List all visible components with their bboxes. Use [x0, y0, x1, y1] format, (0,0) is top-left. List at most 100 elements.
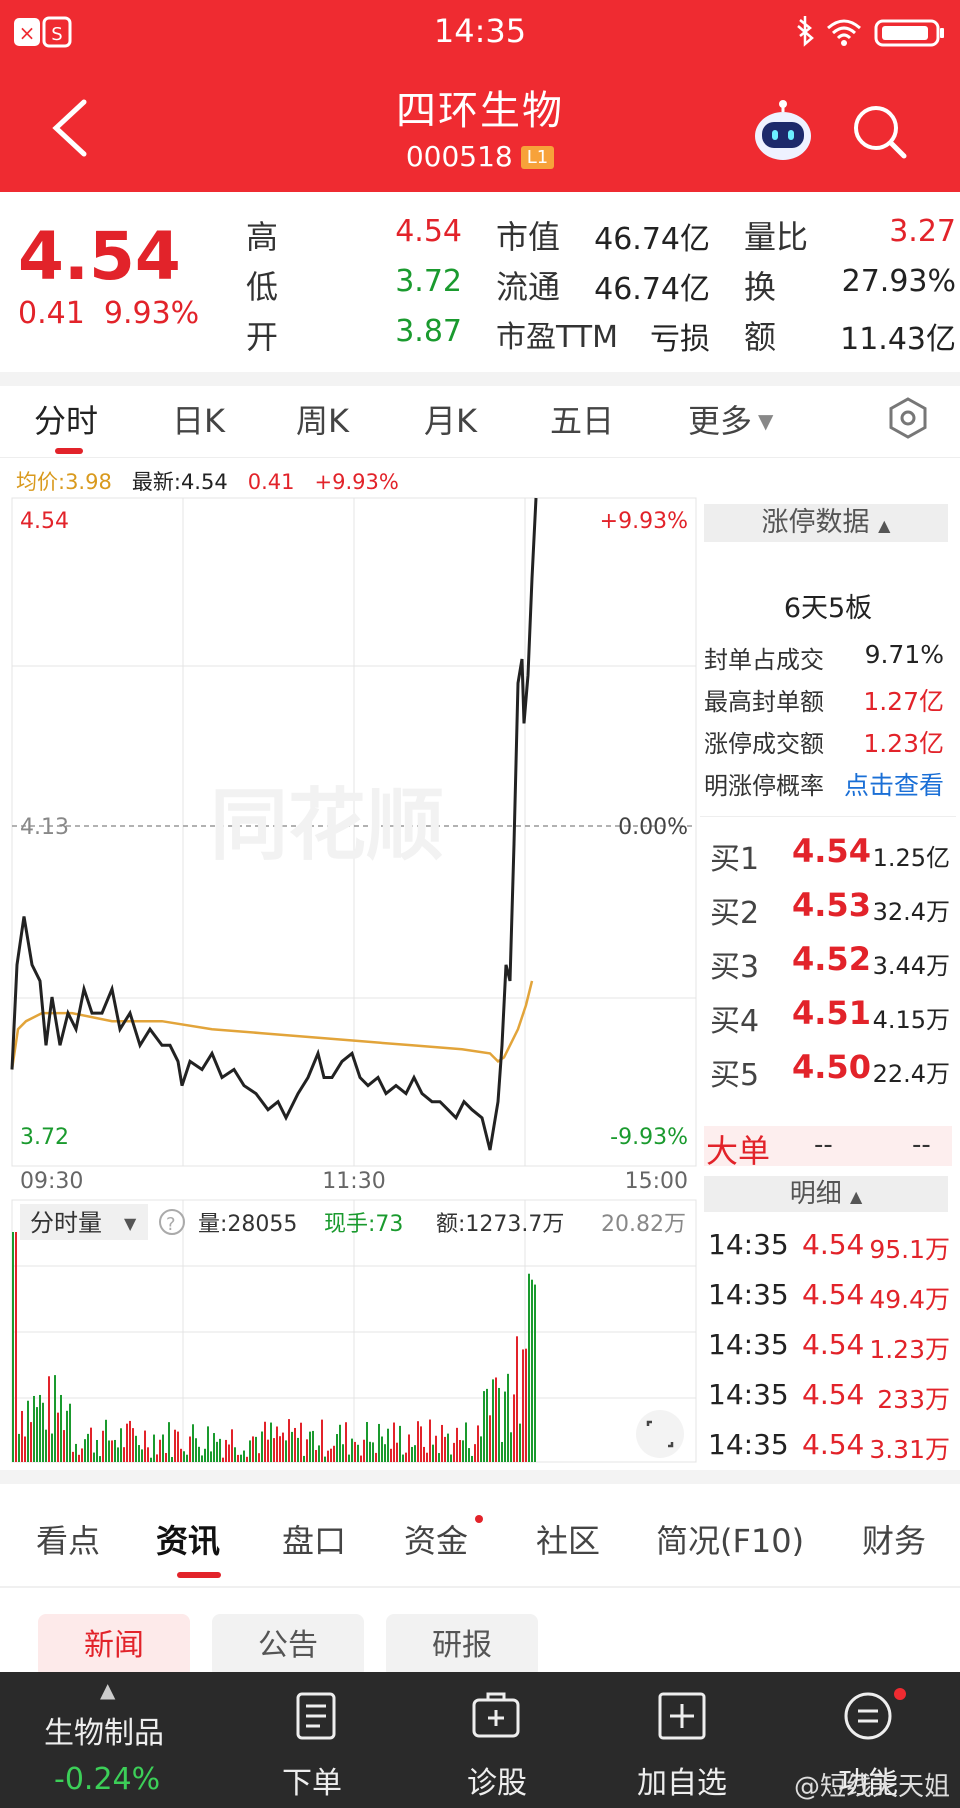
diagnose-button[interactable]: 诊股: [422, 1758, 572, 1802]
volume-bar: [108, 1440, 110, 1462]
bid-row[interactable]: 买3 4.52 3.44万: [700, 938, 956, 986]
time-end-label: 15:00: [625, 1169, 688, 1194]
add-watchlist-icon: [658, 1692, 706, 1740]
volume-bar: [195, 1438, 197, 1462]
volume-bar: [240, 1454, 242, 1462]
detail-row: 14:35 4.54 95.1万: [700, 1226, 956, 1270]
volume-bar: [411, 1446, 413, 1462]
limit-amount-value: 1.23亿: [863, 729, 944, 758]
tab-community[interactable]: 社区: [536, 1516, 600, 1562]
limit-prob-link[interactable]: 点击查看: [844, 766, 944, 802]
volume-bar: [378, 1423, 380, 1462]
tab-f10[interactable]: 简况(F10): [656, 1516, 804, 1562]
turnover-amount: 额:1273.7万: [436, 1212, 564, 1237]
volume-bar: [222, 1457, 224, 1462]
limit-up-header[interactable]: 涨停数据 ▲: [704, 504, 948, 542]
detail-price: 4.54: [802, 1278, 865, 1311]
volume-bar: [192, 1424, 194, 1462]
volume-bar: [498, 1387, 500, 1462]
volume-bar: [213, 1433, 215, 1462]
avg-price-line-series: [10, 980, 534, 1070]
divider: [0, 372, 960, 386]
volume-bar: [102, 1430, 104, 1462]
tab-news-info[interactable]: 资讯: [156, 1516, 220, 1562]
y-low-label: 3.72: [20, 1125, 69, 1150]
volume-bar: [72, 1451, 74, 1462]
watermark: @短线天天姐: [793, 1772, 950, 1802]
volume-bar: [69, 1403, 71, 1462]
volume-bar: [123, 1447, 125, 1462]
volume-bar: [231, 1429, 233, 1462]
volume-bar: [315, 1449, 317, 1462]
volume-bar: [510, 1432, 512, 1462]
detail-row: 14:35 4.54 49.4万: [700, 1276, 956, 1320]
bid-row[interactable]: 买5 4.50 22.4万: [700, 1046, 956, 1094]
pill-research[interactable]: 研报: [386, 1614, 538, 1678]
volume-bar: [471, 1455, 473, 1462]
pill-announcements[interactable]: 公告: [212, 1614, 364, 1678]
tab-finance[interactable]: 财务: [862, 1516, 926, 1562]
volume-bar: [273, 1438, 275, 1462]
volume-bar: [135, 1435, 137, 1462]
volume-bar: [165, 1452, 167, 1462]
volume-bar: [495, 1377, 497, 1462]
tab-monthly-k[interactable]: 月K: [424, 396, 477, 442]
search-icon[interactable]: [848, 100, 910, 162]
stock-code-line: 000518 L1: [0, 140, 960, 173]
volume-bar: [93, 1452, 95, 1462]
chevron-up-icon: ▲: [849, 1187, 863, 1206]
settings-hexagon-icon[interactable]: [886, 396, 930, 440]
tab-funds[interactable]: 资金: [404, 1516, 468, 1562]
volume-bar: [288, 1419, 290, 1462]
volume-bar: [162, 1434, 164, 1462]
bid-row[interactable]: 买4 4.51 4.15万: [700, 992, 956, 1040]
volume-bar: [12, 1232, 14, 1462]
chevron-up-icon: ▲: [878, 516, 891, 535]
bid-row[interactable]: 买2 4.53 32.4万: [700, 884, 956, 932]
volume-bar: [96, 1439, 98, 1462]
max-seal-label: 最高封单额: [704, 688, 824, 716]
tab-weekly-k[interactable]: 周K: [296, 396, 349, 442]
fullscreen-button[interactable]: [636, 1410, 684, 1458]
detail-price: 4.54: [802, 1378, 865, 1411]
seal-ratio-label: 封单占成交: [704, 646, 824, 674]
tab-five-day[interactable]: 五日: [550, 396, 614, 442]
tab-highlights[interactable]: 看点: [36, 1516, 100, 1562]
volume-bar: [462, 1440, 464, 1462]
detail-price: 4.54: [802, 1228, 865, 1261]
tab-intraday[interactable]: 分时: [34, 396, 98, 442]
detail-volume: 1.23万: [869, 1335, 950, 1364]
bid-price: 4.54: [792, 832, 871, 870]
change-percent: 9.93%: [103, 296, 200, 331]
volume-bar: [54, 1375, 56, 1462]
volume-selector[interactable]: 分时量: [30, 1209, 102, 1237]
volume-bar: [339, 1424, 341, 1462]
volume-bar: [270, 1422, 272, 1462]
volume-bar: [459, 1440, 461, 1462]
robot-assistant-icon[interactable]: [752, 100, 814, 162]
volume-bar: [492, 1379, 494, 1462]
volume-bar: [24, 1436, 26, 1462]
order-button[interactable]: 下单: [237, 1758, 387, 1802]
active-tab-indicator: [177, 1572, 221, 1578]
status-icons: [797, 16, 944, 47]
sector-name[interactable]: 生物制品: [44, 1708, 164, 1752]
intraday-chart[interactable]: 同花顺 4.54 4.13 3.72 +9.93% 0.00% -9.93% 0…: [0, 490, 700, 1470]
volume-bar: [507, 1373, 509, 1462]
detail-header[interactable]: 明细 ▲: [704, 1176, 948, 1212]
tab-daily-k[interactable]: 日K: [172, 396, 225, 442]
max-seal-value: 1.27亿: [863, 687, 944, 716]
volume-bar: [186, 1454, 188, 1462]
tab-more[interactable]: 更多 ▼: [688, 396, 773, 442]
pill-news[interactable]: 新闻: [38, 1614, 190, 1678]
volume-bar: [354, 1441, 356, 1462]
volume-bar: [90, 1427, 92, 1462]
add-watchlist-button[interactable]: 加自选: [607, 1758, 757, 1802]
tab-order-book[interactable]: 盘口: [282, 1516, 346, 1562]
volume-bar: [525, 1348, 527, 1462]
volume-bar: [516, 1336, 518, 1462]
volume-bar: [483, 1391, 485, 1462]
volume-ratio-value: 3.27: [889, 214, 956, 249]
bid-row[interactable]: 买1 4.54 1.25亿: [700, 830, 956, 878]
volume-bar: [228, 1444, 230, 1462]
